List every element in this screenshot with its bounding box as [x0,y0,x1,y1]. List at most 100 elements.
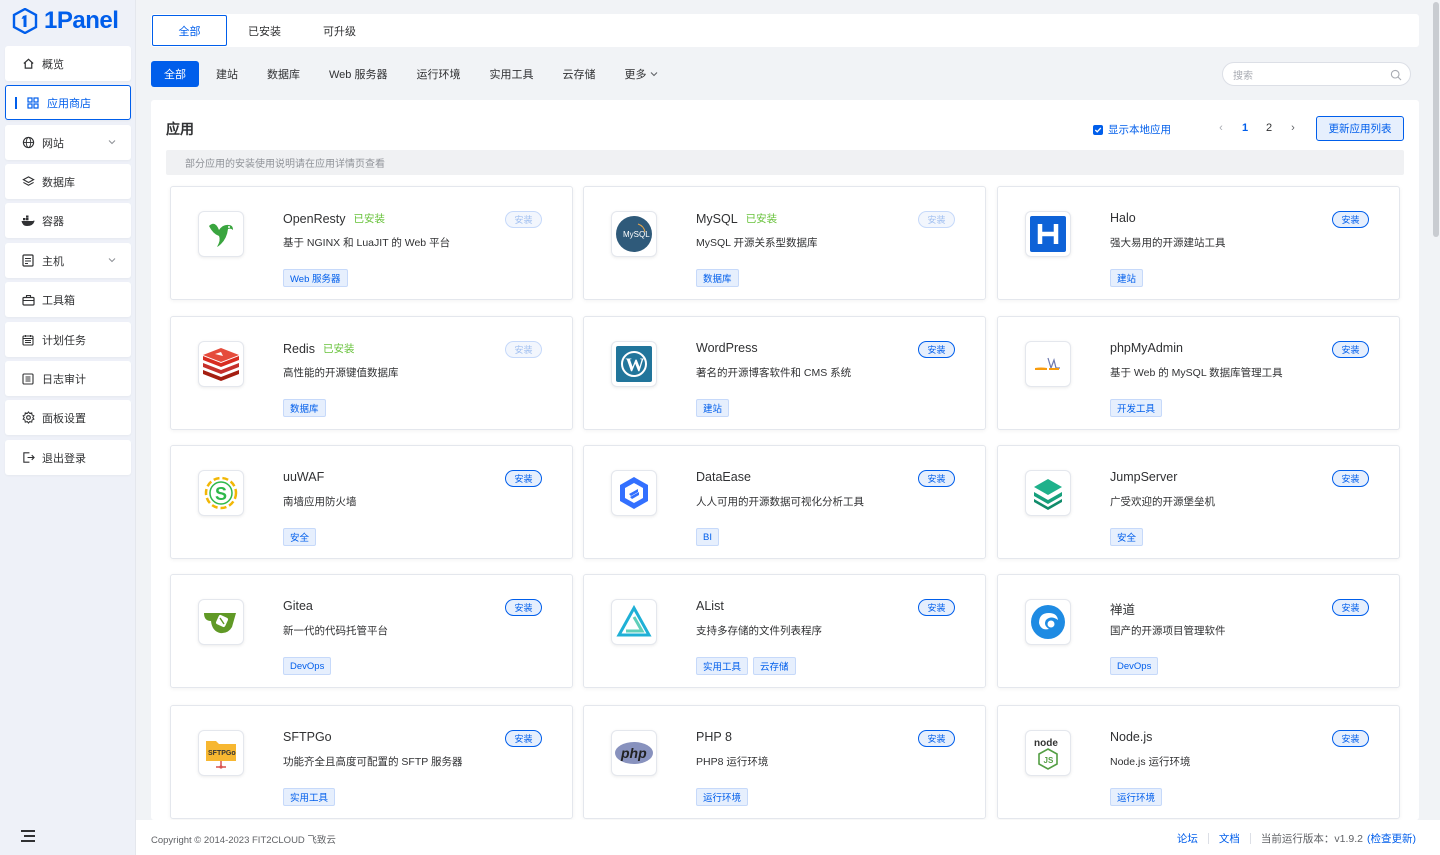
app-name-row: phpMyAdmin [1110,341,1183,355]
sidebar-item-overview[interactable]: 概览 [5,46,131,81]
app-card[interactable]: W WordPress 著名的开源博客软件和 CMS 系统 建站 安装 [583,316,986,430]
app-card[interactable]: SFTPGo SFTPGo 功能齐全且高度可配置的 SFTP 服务器 实用工具 安装 [170,705,573,819]
app-card[interactable]: node JS Node.js Node.js 运行环境 运行环境 安装 [997,705,1400,819]
scrollbar[interactable] [1432,0,1440,240]
sidebar-item-label: 日志审计 [42,373,86,386]
sidebar-item-appstore[interactable]: 应用商店 [5,85,131,120]
scrollbar-thumb[interactable] [1433,2,1439,237]
sidebar-item-toolbox[interactable]: 工具箱 [5,282,131,317]
sidebar-item-website[interactable]: 网站 [5,125,131,160]
install-button[interactable]: 安装 [505,599,542,616]
install-button[interactable]: 安装 [505,211,542,228]
app-name-row: WordPress [696,341,758,355]
app-card[interactable]: SuuWAF 南墙应用防火墙 安全 安装 [170,445,573,559]
install-button[interactable]: 安装 [918,599,955,616]
app-tag[interactable]: 运行环境 [1110,788,1163,806]
install-button[interactable]: 安装 [918,341,955,358]
app-tag[interactable]: 云存储 [753,657,796,675]
install-button[interactable]: 安装 [1332,211,1369,228]
category-more[interactable]: 更多 [612,61,671,87]
app-tag[interactable]: DevOps [283,657,332,675]
install-button[interactable]: 安装 [918,211,955,228]
app-tag[interactable]: 实用工具 [696,657,749,675]
host-icon [21,254,35,268]
app-tags: Web 服务器 [283,269,348,287]
app-tag[interactable]: 数据库 [696,269,739,287]
app-card[interactable]: phpMyAdmin 基于 Web 的 MySQL 数据库管理工具 开发工具 安装 [997,316,1400,430]
sidebar: 1Panel 概览 应用商店 网站 数据库 容器 主机 工具箱 计划任务 日志审… [0,0,136,855]
check-update-link[interactable]: (检查更新) [1367,831,1416,846]
category-all[interactable]: 全部 [151,61,199,87]
app-card[interactable]: Redis 已安装 高性能的开源键值数据库 数据库 安装 [170,316,573,430]
openresty-icon [198,211,244,257]
category-database[interactable]: 数据库 [255,61,312,87]
app-tags: 实用工具 云存储 [696,657,796,675]
app-tag[interactable]: 建站 [1110,269,1144,287]
install-button[interactable]: 安装 [505,470,542,487]
app-description: 著名的开源博客软件和 CMS 系统 [696,367,852,379]
app-tags: 运行环境 [696,788,749,806]
tab-installed[interactable]: 已安装 [227,15,302,46]
install-button[interactable]: 安装 [1332,341,1369,358]
tab-all[interactable]: 全部 [152,15,227,46]
install-button[interactable]: 安装 [1332,730,1369,747]
install-button[interactable]: 安装 [505,730,542,747]
app-card[interactable]: OpenResty 已安装 基于 NGINX 和 LuaJIT 的 Web 平台 We… [170,186,573,300]
app-tag[interactable]: 安全 [1110,528,1144,546]
category-website[interactable]: 建站 [204,61,250,87]
sidebar-item-logout[interactable]: 退出登录 [5,440,131,475]
forum-link[interactable]: 论坛 [1177,831,1198,846]
show-local-apps-checkbox[interactable]: 显示本地应用 [1093,122,1171,137]
app-tags: 数据库 [283,399,326,417]
app-card[interactable]: JumpServer 广受欢迎的开源堡垒机 安全 安装 [997,445,1400,559]
page-2[interactable]: 2 [1257,122,1281,134]
sidebar-item-logs[interactable]: 日志审计 [5,361,131,396]
install-button[interactable]: 安装 [1332,599,1369,616]
app-card[interactable]: DataEase 人人可用的开源数据可视化分析工具 BI 安装 [583,445,986,559]
app-tag[interactable]: DevOps [1110,657,1159,675]
category-runtime[interactable]: 运行环境 [404,61,472,87]
install-button[interactable]: 安装 [505,341,542,358]
app-card[interactable]: AList 支持多存储的文件列表程序 实用工具 云存储 安装 [583,574,986,688]
app-tag[interactable]: 建站 [696,399,730,417]
sidebar-item-settings[interactable]: 面板设置 [5,400,131,435]
app-name-row: MySQL 已安装 [696,211,777,226]
app-name-row: OpenResty 已安装 [283,211,385,226]
search-input[interactable]: 搜索 [1222,62,1411,86]
install-button[interactable]: 安装 [918,730,955,747]
sidebar-item-database[interactable]: 数据库 [5,164,131,199]
sidebar-item-host[interactable]: 主机 [5,243,131,278]
sidebar-item-label: 数据库 [42,176,75,189]
app-card[interactable]: Halo 强大易用的开源建站工具 建站 安装 [997,186,1400,300]
tab-upgradable[interactable]: 可升级 [302,15,377,46]
category-tools[interactable]: 实用工具 [477,61,545,87]
category-storage[interactable]: 云存储 [550,61,607,87]
docs-link[interactable]: 文档 [1219,831,1240,846]
app-card[interactable]: 禅道 国产的开源项目管理软件 DevOps 安装 [997,574,1400,688]
prev-page-icon[interactable]: ‹ [1209,122,1233,134]
install-button[interactable]: 安装 [1332,470,1369,487]
app-tag[interactable]: Web 服务器 [283,269,348,287]
app-tag[interactable]: 运行环境 [696,788,749,806]
copyright: Copyright © 2014-2023 FIT2CLOUD 飞致云 [151,835,336,846]
page-1[interactable]: 1 [1233,122,1257,134]
app-card[interactable]: php PHP 8 PHP8 运行环境 运行环境 安装 [583,705,986,819]
app-tag[interactable]: 数据库 [283,399,326,417]
app-tag[interactable]: 安全 [283,528,317,546]
app-card[interactable]: MySQL MySQL 已安装 MySQL 开源关系型数据库 数据库 安装 [583,186,986,300]
next-page-icon[interactable]: › [1281,122,1305,134]
install-button[interactable]: 安装 [918,470,955,487]
app-tag[interactable]: 实用工具 [283,788,336,806]
menu-collapse-icon[interactable] [20,829,36,843]
logo[interactable]: 1Panel [0,0,135,42]
sidebar-item-cron[interactable]: 计划任务 [5,322,131,357]
category-web-server[interactable]: Web 服务器 [317,61,399,87]
app-tag[interactable]: BI [696,528,719,546]
app-tag[interactable]: 开发工具 [1110,399,1163,417]
refresh-app-list-button[interactable]: 更新应用列表 [1316,116,1404,141]
sidebar-item-container[interactable]: 容器 [5,203,131,238]
category-more-label: 更多 [624,69,647,81]
version-label: 当前运行版本：v1.9.2 [1260,833,1363,845]
app-card[interactable]: Gitea 新一代的代码托管平台 DevOps 安装 [170,574,573,688]
search-icon[interactable] [1390,69,1402,81]
